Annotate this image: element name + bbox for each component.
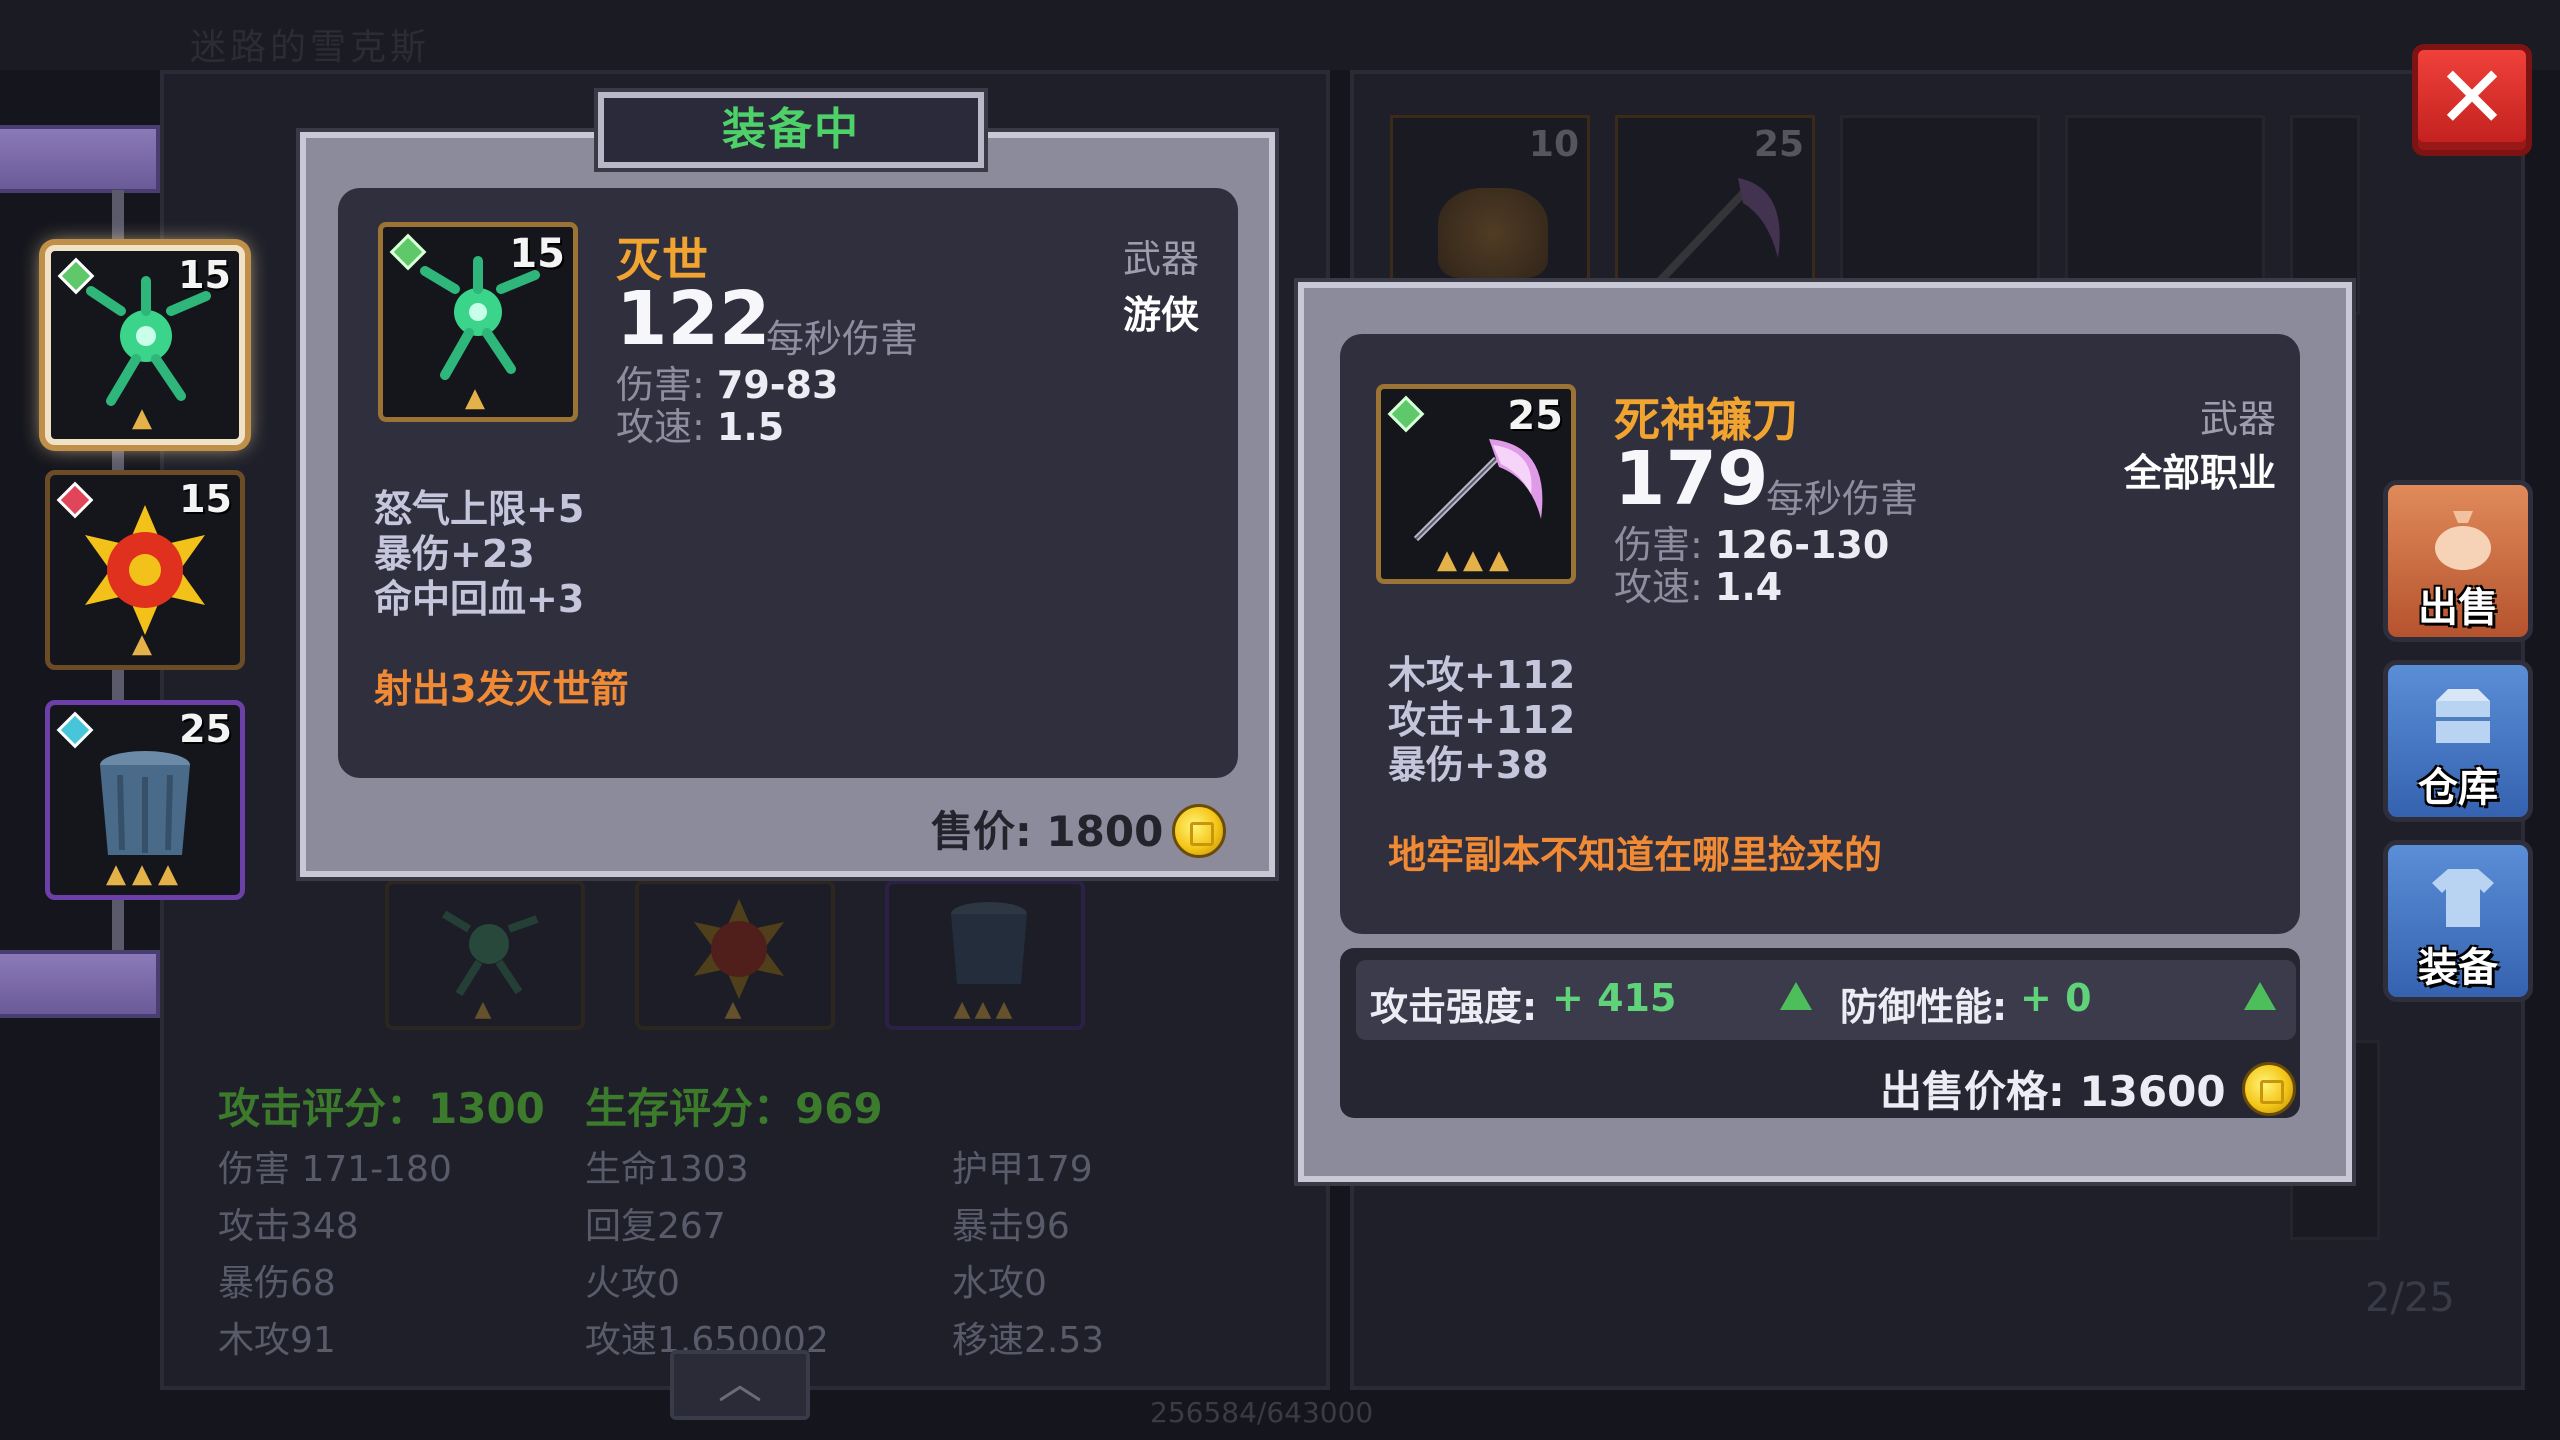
- equipped-slot-weapon[interactable]: 15 ▲: [45, 245, 245, 445]
- equipped-header-label: 装备中: [722, 104, 860, 155]
- equipped-item-category: 武器: [1122, 237, 1199, 281]
- attack-score-value: 1300: [428, 1084, 545, 1133]
- equipped-item-dps: 122: [616, 276, 771, 362]
- survival-score-label: 生存评分：: [585, 1084, 796, 1133]
- sell-price: 售价: 1800: [931, 798, 1163, 859]
- compare-price-value: 13600: [2079, 1067, 2226, 1116]
- equipped-slot-armor[interactable]: 25 ▲▲▲: [45, 700, 245, 900]
- equipped-item-icon: 15 ▲: [378, 222, 578, 422]
- stat-regen: 回复267: [585, 1206, 726, 1247]
- speed-label: 攻速:: [616, 405, 717, 449]
- special-effect: 地牢副本不知道在哪里捡来的: [1388, 833, 1883, 877]
- stat-armor: 护甲179: [952, 1149, 1093, 1190]
- stat-health: 生命1303: [585, 1149, 749, 1190]
- bottom-slot[interactable]: ▲▲▲: [885, 880, 1085, 1030]
- star-rating: ▲▲▲: [1437, 545, 1515, 575]
- equip-button-label: 装备: [2418, 945, 2498, 991]
- sell-price-value: 1800: [1046, 807, 1164, 856]
- increase-arrow-icon: [2244, 982, 2276, 1010]
- inventory-slot-level: 10: [1528, 124, 1579, 165]
- stat-water-attack: 水攻0: [952, 1263, 1047, 1304]
- star-rating: ▲▲▲: [106, 859, 184, 889]
- stat-crit-damage: 暴伤68: [218, 1263, 336, 1304]
- attack-score-label: 攻击评分：: [218, 1084, 429, 1133]
- stat-wood-attack: 木攻91: [218, 1320, 336, 1361]
- speed-value: 1.5: [716, 405, 785, 449]
- equipped-header: 装备中: [598, 92, 984, 168]
- equipped-item-speed: 攻速: 1.5: [616, 396, 784, 451]
- left-tab-top[interactable]: [0, 125, 160, 193]
- inventory-page-indicator: 2/25: [2365, 1275, 2455, 1321]
- affix-line: 暴伤+38: [1388, 743, 1549, 787]
- star-rating: ▲: [132, 403, 158, 433]
- sell-button[interactable]: 出售: [2383, 480, 2533, 642]
- fire-item-icon: [1438, 188, 1548, 278]
- close-icon: ✕: [2435, 48, 2509, 148]
- star-rating: ▲: [132, 629, 158, 659]
- gold-coin-icon: [1172, 804, 1226, 858]
- compare-price-label: 出售价格:: [1880, 1067, 2080, 1116]
- survival-score: 生存评分：969: [585, 1075, 883, 1136]
- compare-item-speed: 攻速: 1.4: [1614, 556, 1782, 611]
- compare-item-category: 武器: [2199, 397, 2276, 441]
- stat-fire-attack: 火攻0: [585, 1263, 680, 1304]
- compare-item-icon: 25 ▲▲▲: [1376, 384, 1576, 584]
- bottom-slot[interactable]: ▲: [635, 880, 835, 1030]
- star-rating: ▲: [474, 997, 496, 1022]
- stat-move-speed: 移速2.53: [952, 1320, 1105, 1361]
- comparison-row: 攻击强度: + 415 防御性能: + 0: [1356, 960, 2296, 1040]
- defense-label: 防御性能:: [1840, 985, 2008, 1029]
- money-bag-icon: [2435, 511, 2491, 570]
- equipped-item-class: 游侠: [1122, 293, 1199, 337]
- equipped-slot-accessory[interactable]: 15 ▲: [45, 470, 245, 670]
- defense-value: + 0: [2020, 976, 2092, 1020]
- sell-button-label: 出售: [2418, 585, 2498, 631]
- compare-item-class: 全部职业: [2123, 451, 2276, 495]
- speed-label: 攻速:: [1614, 565, 1715, 609]
- gold-coin-icon: [2242, 1062, 2296, 1116]
- speed-value: 1.4: [1714, 565, 1783, 609]
- survival-score-value: 969: [795, 1084, 883, 1133]
- close-button[interactable]: ✕: [2412, 44, 2532, 156]
- chevron-up-icon: ︿: [718, 1358, 762, 1409]
- attack-score: 攻击评分：1300: [218, 1075, 545, 1136]
- background-title: 迷路的雪克斯: [190, 27, 431, 68]
- bottom-slot[interactable]: ▲: [385, 880, 585, 1030]
- stats-panel: 攻击评分：1300 生存评分：969 伤害 171-180 生命1303 护甲1…: [210, 1070, 1260, 1370]
- equipped-item-panel: 15 ▲ 灭世 122 每秒伤害 伤害: 79-83 攻速: 1.5 武器 游侠…: [300, 132, 1275, 877]
- special-effect: 射出3发灭世箭: [374, 667, 629, 711]
- stat-attack: 攻击348: [218, 1206, 359, 1247]
- attack-power-label: 攻击强度:: [1370, 985, 1538, 1029]
- star-rating: ▲: [465, 383, 491, 413]
- equip-button[interactable]: 装备: [2383, 840, 2533, 1002]
- armor-shirt-icon: [2432, 869, 2494, 927]
- experience-progress: 256584/643000: [1150, 1396, 1374, 1429]
- compare-sell-price: 出售价格: 13600: [1880, 1058, 2226, 1119]
- increase-arrow-icon: [1780, 982, 1812, 1010]
- attack-power-value: + 415: [1552, 976, 1677, 1020]
- stat-crit: 暴击96: [952, 1206, 1070, 1247]
- warehouse-button-label: 仓库: [2418, 765, 2498, 811]
- stat-damage: 伤害 171-180: [218, 1149, 452, 1190]
- warehouse-button[interactable]: 仓库: [2383, 660, 2533, 822]
- sell-price-label: 售价:: [931, 807, 1047, 856]
- compare-item-dps: 179: [1614, 436, 1769, 522]
- expand-up-button[interactable]: ︿: [670, 1350, 810, 1420]
- star-rating: ▲: [724, 997, 746, 1022]
- chest-icon: [2436, 689, 2490, 743]
- affix-line: 命中回血+3: [374, 577, 585, 621]
- star-rating: ▲▲▲: [953, 997, 1017, 1022]
- left-tab-bottom[interactable]: [0, 950, 160, 1018]
- compare-item-panel: 25 ▲▲▲ 死神镰刀 179 每秒伤害 伤害: 126-130 攻速: 1.4…: [1298, 282, 2352, 1182]
